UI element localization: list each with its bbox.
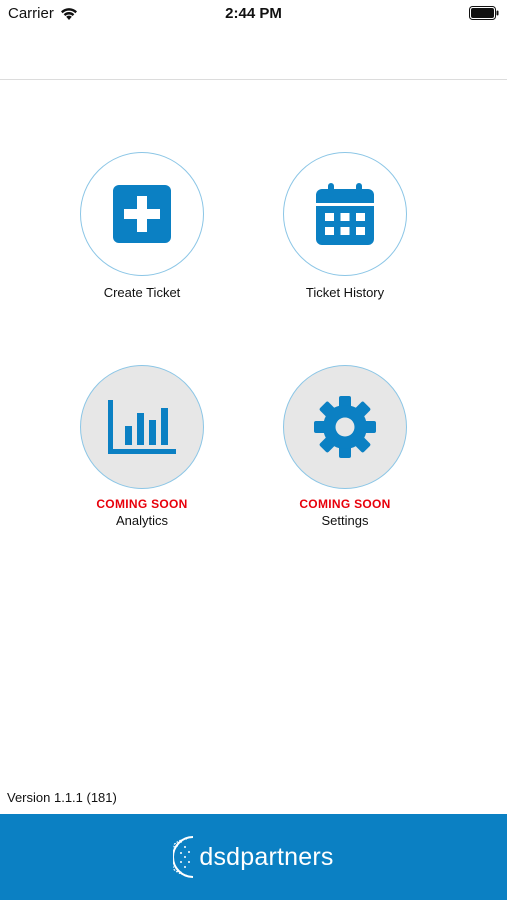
tile-ticket-history[interactable]: Ticket History [245,152,445,301]
tile-analytics[interactable]: COMING SOON Analytics [42,365,242,529]
tile-settings[interactable]: COMING SOON Settings [245,365,445,529]
version-label: Version 1.1.1 (181) [7,790,117,805]
footer-banner: dsdpartners [0,814,507,900]
navigation-bar [0,30,507,80]
brand-name: dsdpartners [199,842,334,871]
brand-logo: dsdpartners [173,835,333,879]
globe-icon [173,836,194,878]
status-bar: Carrier 2:44 PM [0,0,507,30]
status-time: 2:44 PM [225,5,282,22]
ticket-history-button[interactable] [283,152,407,276]
settings-button[interactable] [283,365,407,489]
plus-square-icon [113,185,171,243]
analytics-coming-soon-badge: COMING SOON [96,497,188,511]
calendar-icon [316,183,374,245]
create-ticket-button[interactable] [80,152,204,276]
ticket-history-label: Ticket History [305,285,385,300]
bar-chart-icon [108,400,176,454]
analytics-button[interactable] [80,365,204,489]
gear-icon [314,396,376,458]
tile-create-ticket[interactable]: Create Ticket [42,152,242,301]
create-ticket-label: Create Ticket [103,285,181,300]
battery-icon [469,6,499,20]
settings-label: Settings [321,513,369,528]
settings-coming-soon-badge: COMING SOON [299,497,391,511]
analytics-label: Analytics [115,513,169,528]
